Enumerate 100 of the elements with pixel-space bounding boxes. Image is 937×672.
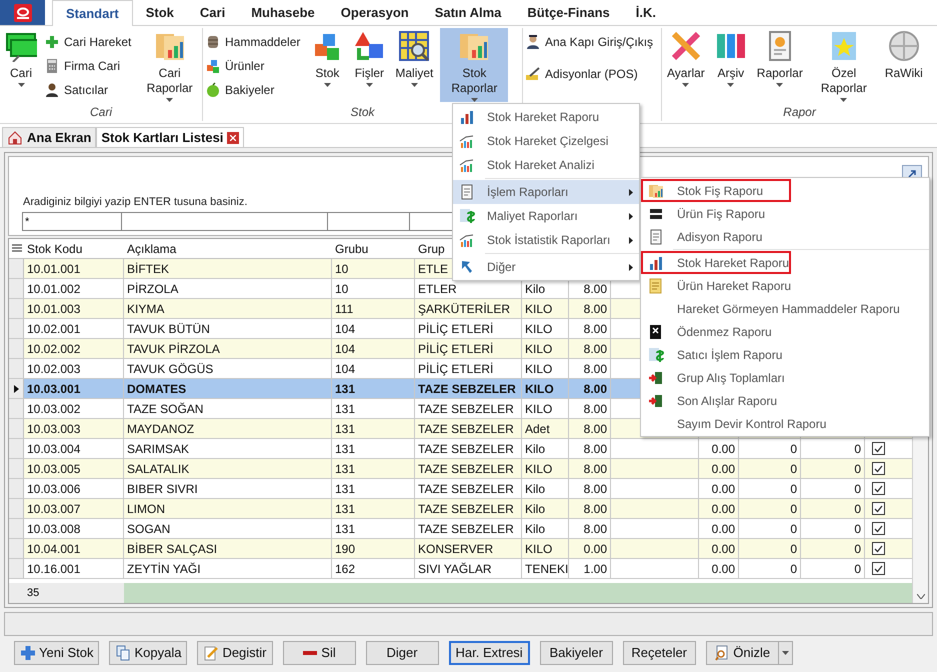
- table-cell-text: MAYDANOZ: [127, 420, 194, 438]
- table-cell-text: ETLER: [418, 280, 457, 298]
- table-cell-text: 0.00: [712, 460, 735, 478]
- table-cell-text: 1.00: [584, 560, 607, 578]
- table-cell-text: 0: [790, 540, 797, 558]
- table-cell-text: TAZE SEBZELER: [418, 520, 514, 538]
- table-cell-text: TENEKI: [525, 560, 568, 578]
- table-cell-text: TAZE SEBZELER: [418, 420, 514, 438]
- table-cell-text: 8.00: [584, 380, 607, 398]
- table-cell-text: 8.00: [584, 320, 607, 338]
- table-cell-text: 10.02.003: [27, 360, 80, 378]
- column-header: Grubu: [335, 240, 368, 258]
- table-cell-text: KILO: [525, 300, 552, 318]
- table-cell-text: TAZE SEBZELER: [418, 400, 514, 418]
- table-cell-text: 10.03.003: [27, 420, 80, 438]
- table-cell-text: 10.03.008: [27, 520, 80, 538]
- table-cell-text: 0: [790, 460, 797, 478]
- table-cell-text: 10.03.006: [27, 480, 80, 498]
- table-cell-text: TAZE SEBZELER: [418, 480, 514, 498]
- table-cell-text: KILO: [525, 460, 552, 478]
- table-cell-text: 8.00: [584, 400, 607, 418]
- table-cell-text: 8.00: [584, 340, 607, 358]
- table-cell-text: PİRZOLA: [127, 280, 178, 298]
- table-cell-text: 0.00: [712, 440, 735, 458]
- table-cell-text: 10.03.005: [27, 460, 80, 478]
- table-cell-text: SIVI YAĞLAR: [418, 560, 492, 578]
- table-cell-text: TAVUK GÖGÜS: [127, 360, 214, 378]
- table-cell-text: 10: [335, 280, 348, 298]
- table-cell-text: KILO: [525, 540, 552, 558]
- table-cell-text: PİLİÇ ETLERİ: [418, 360, 494, 378]
- table-cell-text: TAZE SOĞAN: [127, 400, 204, 418]
- table-cell-text: 0: [854, 460, 861, 478]
- table-cell-text: 10.04.001: [27, 540, 80, 558]
- table-cell-text: KONSERVER: [418, 540, 494, 558]
- table-cell-text: 0: [854, 540, 861, 558]
- table-cell-text: 131: [335, 460, 356, 478]
- table-cell-text: PİLİÇ ETLERİ: [418, 340, 494, 358]
- table-cell-text: ETLE: [418, 260, 448, 278]
- table-cell-text: 8.00: [584, 420, 607, 438]
- table-cell-text: 104: [335, 360, 356, 378]
- table-cell-text: 0: [854, 440, 861, 458]
- table-cell-text: ZEYTİN YAĞI: [127, 560, 201, 578]
- table-cell-text: 131: [335, 480, 356, 498]
- table-cell-text: 0.00: [712, 540, 735, 558]
- table-cell-text: KILO: [525, 340, 552, 358]
- group-label: Rapor: [783, 104, 816, 121]
- table-cell-text: BIBER SIVRI: [127, 480, 198, 498]
- table-cell-text: 10.03.004: [27, 440, 80, 458]
- table-cell-text: 131: [335, 380, 356, 398]
- table-cell-text: 0.00: [712, 500, 735, 518]
- table-cell-text: 8.00: [584, 460, 607, 478]
- table-cell-text: 131: [335, 520, 356, 538]
- table-cell-text: 131: [335, 440, 356, 458]
- table-cell-text: Kilo: [525, 440, 546, 458]
- table-cell-text: TAZE SEBZELER: [418, 500, 514, 518]
- table-cell-text: 111: [335, 300, 354, 318]
- table-cell-text: Kilo: [525, 280, 546, 298]
- table-cell-text: 8.00: [584, 300, 607, 318]
- table-cell-text: 0: [790, 440, 797, 458]
- table-cell-text: KILO: [525, 320, 552, 338]
- table-cell-text: BİBER SALÇASI: [127, 540, 218, 558]
- table-cell-text: 0: [854, 500, 861, 518]
- table-cell-text: 10.01.001: [27, 260, 80, 278]
- table-cell-text: KILO: [525, 380, 554, 398]
- table-cell-text: ŞARKÜTERİLER: [418, 300, 510, 318]
- table-cell-text: 0.00: [584, 540, 607, 558]
- table-cell-text: SARIMSAK: [127, 440, 190, 458]
- table-cell-text: 10.02.001: [27, 320, 80, 338]
- table-cell-text: 0.00: [712, 560, 735, 578]
- table-cell-text: 8.00: [584, 520, 607, 538]
- table-cell-text: 10: [335, 260, 348, 278]
- table-cell-text: 8.00: [584, 440, 607, 458]
- table-cell-text: 10.01.003: [27, 300, 80, 318]
- table-cell-text: 0: [854, 520, 861, 538]
- table-cell-text: Kilo: [525, 520, 546, 538]
- table-cell-text: PİLİÇ ETLERİ: [418, 320, 494, 338]
- table-cell-text: Kilo: [525, 480, 546, 498]
- table-cell-text: 0: [854, 480, 861, 498]
- table-cell-text: 162: [335, 560, 356, 578]
- table-cell-text: TAVUK BÜTÜN: [127, 320, 210, 338]
- table-cell-text: Kilo: [525, 500, 546, 518]
- table-cell-text: 10.03.002: [27, 400, 80, 418]
- table-cell-text: KIYMA: [127, 300, 164, 318]
- column-header: Açıklama: [127, 240, 176, 258]
- table-cell-text: 8.00: [584, 280, 607, 298]
- table-cell-text: SALATALIK: [127, 460, 190, 478]
- group-label: Cari: [90, 104, 112, 121]
- table-cell-text: 10.03.001: [27, 380, 80, 398]
- table-cell-text: 0: [790, 480, 797, 498]
- table-cell-text: 104: [335, 340, 356, 358]
- column-header: Grup: [418, 240, 445, 258]
- table-cell-text: TAZE SEBZELER: [418, 440, 514, 458]
- table-cell-text: Adet: [525, 420, 550, 438]
- table-cell-text: 0: [790, 500, 797, 518]
- table-cell-text: 8.00: [584, 360, 607, 378]
- table-cell-text: KILO: [525, 400, 552, 418]
- table-cell-text: 131: [335, 500, 356, 518]
- table-cell-text: 0.00: [712, 480, 735, 498]
- search-hint: Aradiginiz bilgiyi yazip ENTER tusuna basiniz.: [23, 194, 248, 210]
- group-label: Stok: [350, 104, 374, 121]
